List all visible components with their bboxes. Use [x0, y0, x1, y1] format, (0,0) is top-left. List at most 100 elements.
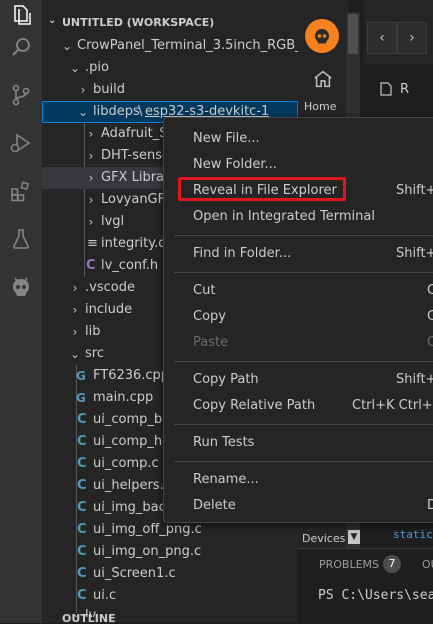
- c-file-icon: C: [77, 434, 87, 449]
- home-label[interactable]: Home: [304, 100, 336, 113]
- devices-label[interactable]: Devices: [302, 532, 345, 545]
- c-file-icon: C: [77, 566, 87, 581]
- outline-section-title[interactable]: OUTLINE: [62, 612, 116, 623]
- tree-item-label: libdeps: [93, 104, 140, 119]
- tree-item-build[interactable]: › build: [42, 79, 298, 101]
- menu-item-cut[interactable]: Cut C: [164, 278, 433, 304]
- tree-item-label: main.cpp: [93, 390, 154, 405]
- testing-flask-icon[interactable]: [6, 224, 36, 254]
- editor-tab-label[interactable]: R: [400, 82, 409, 97]
- menu-item-delete[interactable]: Delete D: [164, 493, 433, 519]
- file-icon: [380, 82, 392, 96]
- menu-item-shortcut: Shift+: [396, 246, 433, 261]
- tree-item-label: DHT-senso: [101, 148, 170, 163]
- menu-item-shortcut: Shift+A: [396, 372, 433, 387]
- chevron-right-icon: ›: [72, 281, 78, 295]
- menu-item-label: Run Tests: [193, 435, 255, 450]
- problems-tab[interactable]: PROBLEMS: [319, 558, 379, 571]
- tree-item-label: .vscode: [85, 280, 135, 295]
- tree-item-label: lvgl: [101, 214, 125, 229]
- menu-separator: [174, 272, 433, 273]
- menu-separator: [174, 424, 433, 425]
- tree-item-label: build: [93, 82, 125, 97]
- menu-item-label: Copy Path: [193, 372, 259, 387]
- menu-item-copy-relative-path[interactable]: Copy Relative Path Ctrl+K Ctrl+Sh: [164, 393, 433, 419]
- home-icon[interactable]: [312, 68, 334, 90]
- tree-item-label: FT6236.cpp: [93, 368, 170, 383]
- chevron-down-icon: ⌄: [77, 105, 89, 119]
- chevron-down-icon: ⌄: [69, 347, 81, 361]
- menu-item-label: New Folder...: [193, 157, 277, 172]
- activity-bar: [0, 0, 42, 623]
- extensions-icon[interactable]: [6, 176, 36, 206]
- menu-item-copy[interactable]: Copy C: [164, 304, 433, 330]
- menu-item-shortcut: D: [427, 498, 433, 513]
- tree-item-label: ui_helpers.c: [93, 478, 171, 493]
- tree-item-label: ui_Screen1.c: [93, 566, 176, 581]
- platformio-alien-icon[interactable]: [6, 272, 36, 302]
- workspace-header[interactable]: ⌄ UNTITLED (WORKSPACE): [42, 13, 298, 33]
- code-keyword: static: [393, 528, 433, 541]
- menu-item-new-folder[interactable]: New Folder...: [164, 152, 433, 178]
- editor-tab-strip: [364, 64, 433, 112]
- tree-item-file[interactable]: C ui_img_on_png.c: [42, 541, 298, 563]
- path-separator: \: [138, 104, 143, 119]
- menu-item-label: Paste: [193, 335, 229, 350]
- menu-item-label: New File...: [193, 131, 260, 146]
- tree-item-label: ui.c: [93, 588, 117, 603]
- tree-item-label: CrowPanel_Terminal_3.5inch_RGB_Ca...: [77, 38, 298, 53]
- tree-item-label: ui_comp_bu: [93, 412, 171, 427]
- search-icon[interactable]: [6, 32, 36, 62]
- file-lines-icon: ≡: [87, 236, 98, 251]
- chevron-right-icon: ›: [88, 149, 94, 163]
- platformio-logo-icon[interactable]: [305, 19, 339, 53]
- menu-item-find-in-folder[interactable]: Find in Folder... Shift+: [164, 241, 433, 267]
- tree-item-label: ui_img_back: [93, 500, 174, 515]
- c-file-icon: C: [77, 456, 87, 471]
- workspace-title: UNTITLED (WORKSPACE): [62, 16, 215, 29]
- forward-button[interactable]: ›: [397, 22, 427, 54]
- menu-item-rename[interactable]: Rename...: [164, 467, 433, 493]
- explorer-icon[interactable]: [6, 0, 36, 30]
- menu-item-open-in-terminal[interactable]: Open in Integrated Terminal: [164, 204, 433, 230]
- chevron-right-icon: ›: [88, 127, 94, 141]
- annotation-highlight-box: [178, 177, 346, 201]
- c-file-icon: C: [77, 544, 87, 559]
- back-button[interactable]: ‹: [367, 22, 397, 54]
- tree-item-label: ui_img_on_png.c: [93, 544, 202, 559]
- run-debug-icon[interactable]: [6, 128, 36, 158]
- tree-item-root[interactable]: ⌄ CrowPanel_Terminal_3.5inch_RGB_Ca...: [42, 35, 298, 57]
- tree-item-file[interactable]: C ui.c: [42, 585, 298, 607]
- menu-separator: [174, 235, 433, 236]
- c-file-icon: C: [77, 522, 87, 537]
- chevron-right-icon: ›: [72, 303, 78, 317]
- tree-item-pio[interactable]: ⌄ .pio: [42, 57, 298, 79]
- menu-item-shortcut: Ctrl+K Ctrl+Sh: [352, 398, 433, 413]
- menu-item-run-tests[interactable]: Run Tests: [164, 430, 433, 456]
- menu-item-label: Open in Integrated Terminal: [193, 209, 375, 224]
- menu-separator: [174, 461, 433, 462]
- cpp-file-icon: G: [76, 369, 86, 383]
- chevron-down-icon[interactable]: ▼: [348, 530, 360, 544]
- output-tab[interactable]: OU: [422, 558, 433, 571]
- chevron-right-icon: ›: [72, 325, 78, 339]
- tree-item-file[interactable]: C ui_Screen1.c: [42, 563, 298, 585]
- menu-item-label: Copy Relative Path: [193, 398, 316, 413]
- source-control-icon[interactable]: [6, 80, 36, 110]
- menu-item-new-file[interactable]: New File...: [164, 126, 433, 152]
- menu-item-label: Copy: [193, 309, 226, 324]
- cpp-file-icon: G: [76, 391, 86, 405]
- tree-item-label: .pio: [85, 60, 109, 75]
- scrollbar-thumb[interactable]: [348, 14, 358, 54]
- c-file-icon: C: [77, 588, 87, 603]
- chevron-right-icon: ›: [88, 193, 94, 207]
- menu-item-copy-path[interactable]: Copy Path Shift+A: [164, 367, 433, 393]
- tree-item-label: src: [85, 346, 104, 361]
- terminal-prompt[interactable]: PS C:\Users\sea: [318, 588, 433, 603]
- menu-item-shortcut: Shift+A: [396, 183, 433, 198]
- chevron-down-icon: ⌄: [61, 39, 73, 53]
- menu-item-paste: Paste C: [164, 330, 433, 356]
- tree-item-label: lib: [85, 324, 101, 339]
- tree-item-label: lv_conf.h: [101, 258, 159, 273]
- menu-item-label: Delete: [193, 498, 236, 513]
